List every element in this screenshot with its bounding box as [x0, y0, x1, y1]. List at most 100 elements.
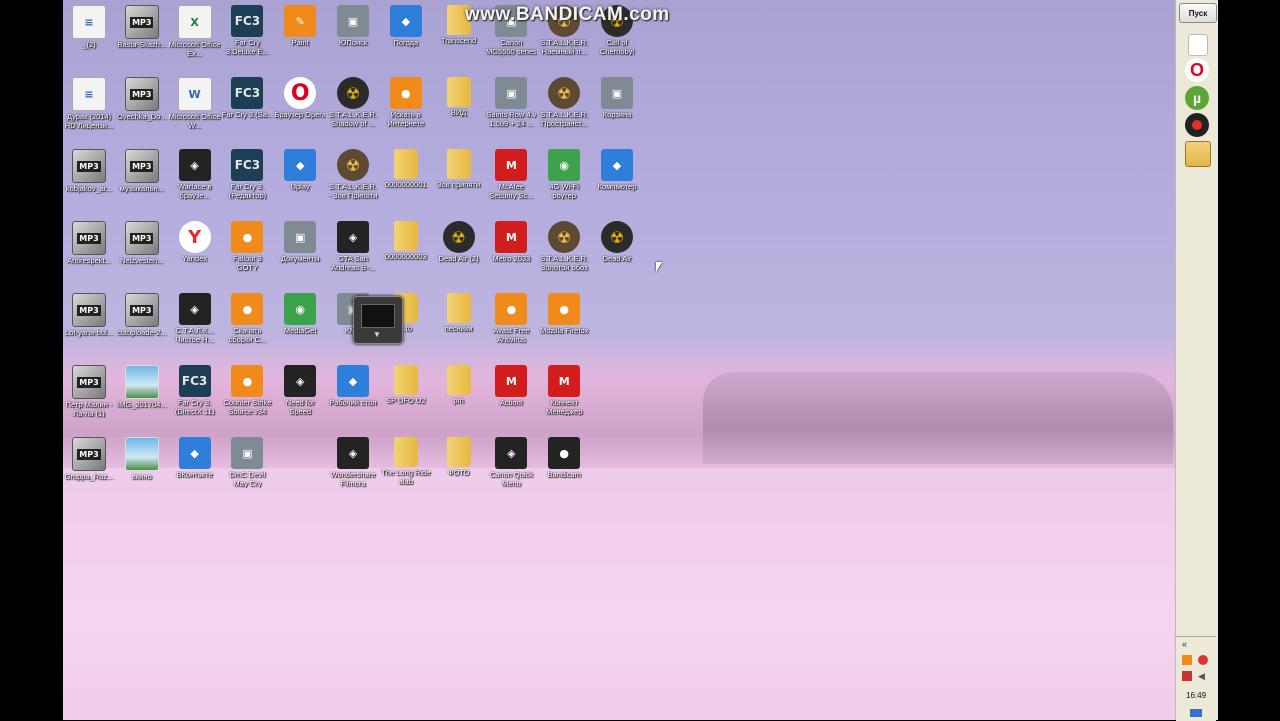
desktop-icon[interactable]: W Microsoft Office W...: [169, 77, 221, 130]
desktop-icon[interactable]: ◉ MediaGet: [274, 293, 326, 336]
desktop-icon[interactable]: ◆ Uplay: [274, 149, 326, 192]
desktop-icon[interactable]: ◆ Рабочий стол: [327, 365, 379, 408]
desktop-icon-label: Bandicam: [547, 471, 581, 479]
desktop-icon-label: музыкальн...: [119, 185, 164, 193]
wallpaper-snowfield: [63, 468, 1175, 720]
desktop-icon[interactable]: ◆ ВКонтакте: [169, 437, 221, 480]
desktop-icon[interactable]: ВИД: [433, 77, 485, 118]
desktop-icon[interactable]: 0000000001: [380, 149, 432, 190]
desktop-icon[interactable]: M Коннект Менеджер: [538, 365, 590, 416]
desktop-icon[interactable]: MP3 музыкальн...: [116, 149, 168, 194]
desktop-icon[interactable]: ● Fallout 3 GOTY: [221, 221, 273, 272]
red-icon: M: [548, 365, 581, 397]
tray-clock[interactable]: 16:49: [1186, 691, 1206, 700]
tray-expand-icon[interactable]: «: [1182, 639, 1187, 649]
mp3-icon: MP3: [124, 221, 159, 255]
tray-volume-icon[interactable]: ◀: [1198, 671, 1208, 681]
desktop-icon[interactable]: ☢ S.T.A.L.K.E.R. - Зов Припяти: [327, 149, 379, 200]
tray-update-icon[interactable]: [1198, 655, 1208, 665]
desktop-icon[interactable]: ☢ S.T.A.L.K.E.R. Пространст...: [538, 77, 590, 128]
desktop-icon[interactable]: ▣ ЮПоиск: [327, 5, 379, 48]
desktop-icon-label: Basta-Skazh...: [117, 41, 167, 49]
desktop-icon[interactable]: ● Counter Strike Source v34: [221, 365, 273, 416]
desktop-icon[interactable]: ▣ Saints Row 4.v 1.0u9 + 24 ...: [485, 77, 537, 128]
desktop-icon[interactable]: FC3 Far Cry 3.(Редактор): [221, 149, 273, 200]
desktop-icon-label: Call of Chernobyl: [599, 39, 635, 56]
desktop-icon[interactable]: M Metro 2033: [485, 221, 537, 264]
desktop[interactable]: ≡ _(2) MP3 Basta-Skazh... X Microsoft Office …: [63, 0, 1175, 720]
tray-avast-icon[interactable]: [1182, 655, 1192, 665]
desktop-icon[interactable]: 0000000003: [380, 221, 432, 262]
desktop-icon[interactable]: ☢ Dead Air (2): [433, 221, 485, 264]
desktop-icon[interactable]: SP UFO U2: [380, 365, 432, 406]
stalker-icon: ☢: [337, 149, 369, 181]
desktop-icon[interactable]: ● Bandicam: [538, 437, 590, 480]
start-button[interactable]: Пуск: [1179, 3, 1217, 23]
desktop-icon[interactable]: ◈ Wondershare Filmora: [327, 437, 379, 488]
desktop-icon[interactable]: ФОТО: [433, 437, 485, 478]
desktop-icon[interactable]: ● Искать в Интернете: [380, 77, 432, 128]
desktop-icon-label: Браузер Opera: [274, 111, 326, 119]
desktop-icon[interactable]: ≡ Дурак (2014) HD Лицензи...: [63, 77, 115, 130]
desktop-icon[interactable]: ▣ Документы: [274, 221, 326, 264]
desktop-icon[interactable]: Y Yandex: [169, 221, 221, 264]
desktop-icon[interactable]: The Long Ride alab: [380, 437, 432, 486]
stalker-icon: ☢: [548, 221, 581, 253]
desktop-icon[interactable]: M McAfee Security Sc...: [485, 149, 537, 200]
quick-launch-opera-icon[interactable]: O: [1185, 58, 1209, 82]
desktop-icon[interactable]: ◆ Компьютер: [591, 149, 643, 192]
quick-launch-utorrent-icon[interactable]: µ: [1185, 86, 1209, 110]
desktop-icon[interactable]: MP3 Neizvesten...: [116, 221, 168, 266]
desktop-icon[interactable]: MP3 Lot-yana-bul...: [63, 293, 115, 338]
desktop-icon[interactable]: Зов припяти: [433, 149, 485, 190]
desktop-icon[interactable]: ▣ DmC Devil May Cry: [221, 437, 273, 488]
desktop-icon[interactable]: MP3 Петр Малин - Ла-ла (1): [63, 365, 115, 418]
desktop-icon[interactable]: ✎ Paint: [274, 5, 326, 48]
desktop-icon[interactable]: ☢ S.T.A.L.K.E.R. Золотой обоз: [538, 221, 590, 272]
desktop-icon[interactable]: MP3 cutuploade-2...: [116, 293, 168, 338]
desktop-icon[interactable]: MP3 Basta-Skazh...: [116, 5, 168, 50]
desktop-icon[interactable]: IMG_201704...: [116, 365, 168, 410]
quick-launch-bandicam-icon[interactable]: [1185, 113, 1209, 137]
desktop-icon[interactable]: MP3 Ovechka_Do...: [116, 77, 168, 122]
dark-icon: ◈: [178, 149, 211, 181]
tray-language-icon[interactable]: [1190, 709, 1202, 717]
desktop-icon[interactable]: M Action!: [485, 365, 537, 408]
desktop-icon[interactable]: ◈ GTA San Andreas В-...: [327, 221, 379, 272]
desktop-icon[interactable]: ◈ С.Т.А.Л.К... Чистое Н...: [169, 293, 221, 344]
desktop-icon[interactable]: ● Mozilla Firefox: [538, 293, 590, 336]
desktop-icon[interactable]: O Браузер Opera: [274, 77, 326, 120]
system-tray: « ◀: [1176, 636, 1216, 721]
desktop-icon[interactable]: FC3 Far Cry 3.Deluxe E...: [221, 5, 273, 56]
desktop-icon[interactable]: ☢ S.T.A.L.K.E.R. Shadow of ...: [327, 77, 379, 128]
desktop-icon-label: Avast Free Antivirus: [493, 327, 530, 344]
desktop-icon[interactable]: ☢ Dead Air: [591, 221, 643, 264]
desktop-icon-label: Зов припяти: [437, 181, 481, 189]
desktop-icon[interactable]: X Microsoft Office Ex...: [169, 5, 221, 58]
desktop-icon[interactable]: вкино: [116, 437, 168, 482]
desktop-icon-label: Документы: [280, 255, 320, 263]
desktop-icon[interactable]: FC3 Far Cry 3.(DirectX 11): [169, 365, 221, 416]
desktop-icon[interactable]: ◉ 4G Wi-Fi роутер: [538, 149, 590, 200]
desktop-icon[interactable]: MP3 Gruppa_Roz...: [63, 437, 115, 482]
desktop-icon[interactable]: ◈ Need for Speed: [274, 365, 326, 416]
desktop-icon[interactable]: ◆ Погода: [380, 5, 432, 48]
desktop-icon[interactable]: ≡ _(2): [63, 5, 115, 50]
tray-network-icon[interactable]: [1182, 671, 1192, 681]
desktop-icon-label: Antirespekt...: [67, 257, 111, 265]
desktop-icon[interactable]: ◈ Warface в браузе...: [169, 149, 221, 200]
quick-launch-show-desktop-icon[interactable]: [1185, 141, 1211, 167]
desktop-icon[interactable]: MP3 Antirespekt...: [63, 221, 115, 266]
desktop-icon[interactable]: ● Скачать сборки С...: [221, 293, 273, 344]
quick-launch-document-icon[interactable]: [1188, 34, 1208, 56]
desktop-icon[interactable]: ◈ Canon Quick Menu: [485, 437, 537, 488]
desktop-icon[interactable]: FC3 Far Cry 3.(Sa...: [221, 77, 273, 120]
taskbar-thumbnail-popup[interactable]: ▼: [353, 296, 403, 344]
desktop-icon-label: Gruppa_Roz...: [64, 473, 114, 481]
desktop-icon[interactable]: pm: [433, 365, 485, 406]
desktop-icon[interactable]: ▣ Корзина: [591, 77, 643, 120]
desktop-icon[interactable]: ● Avast Free Antivirus: [485, 293, 537, 344]
desktop-icon-label: Canon Quick Menu: [489, 471, 534, 488]
desktop-icon[interactable]: MP3 kobjakov_ar...: [63, 149, 115, 194]
desktop-icon[interactable]: песники: [433, 293, 485, 334]
